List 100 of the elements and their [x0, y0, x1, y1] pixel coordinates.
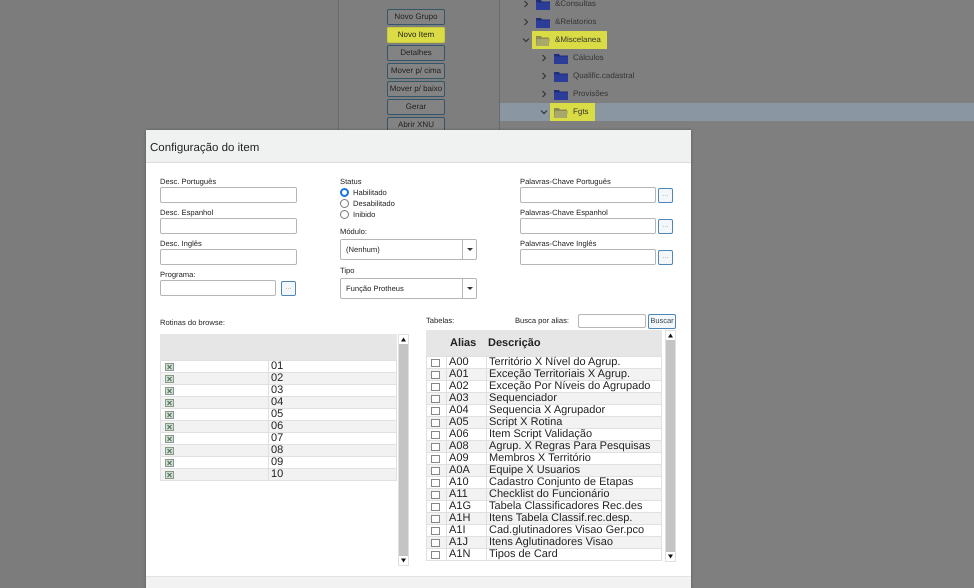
checkbox[interactable] [431, 442, 440, 450]
checkbox[interactable] [431, 478, 440, 486]
toolbar-button[interactable]: Mover p/ baixo [387, 81, 445, 97]
table-cell: Exceção Por Níveis do Agrupado [486, 380, 662, 392]
checked-box-icon[interactable] [165, 446, 174, 454]
tree-item[interactable]: Cálculos [500, 49, 974, 67]
checkbox[interactable] [431, 550, 440, 558]
scroll-up-icon [666, 331, 675, 340]
text-field[interactable] [160, 187, 297, 203]
text-field[interactable] [160, 249, 297, 265]
open-folder-icon [536, 34, 550, 46]
checkbox[interactable] [431, 514, 440, 522]
table-cell: Itens Tabela Classif.rec.desp. [486, 512, 662, 524]
toolbar-button[interactable]: Gerar [387, 99, 445, 115]
column-header: Alias [450, 336, 478, 351]
checked-box-icon[interactable] [165, 434, 174, 442]
expand-chevron-icon[interactable] [540, 72, 548, 80]
folder-icon [554, 52, 568, 64]
scroll-down-icon [666, 552, 675, 561]
scroll-down-icon [399, 556, 408, 565]
tree-item-label: Fgts [573, 106, 589, 118]
table-cell: Item Script Validação [486, 428, 662, 440]
checked-box-icon[interactable] [165, 422, 174, 430]
table-cell: Sequenciador [486, 392, 662, 404]
table-cell: Exceção Territoriais X Agrup. [486, 368, 662, 380]
table-cell: 02 [268, 372, 396, 384]
tree-item[interactable]: &Miscelanea [500, 31, 974, 49]
collapse-chevron-icon[interactable] [540, 108, 548, 116]
folder-icon [536, 16, 550, 28]
dialog-title: Configuração do item [150, 142, 260, 154]
checked-box-icon[interactable] [165, 458, 174, 466]
table-cell: 05 [268, 408, 396, 420]
checkbox[interactable] [431, 394, 440, 402]
checked-box-icon[interactable] [165, 362, 174, 370]
collapse-chevron-icon[interactable] [522, 36, 530, 44]
table-cell: 08 [268, 444, 396, 456]
table-cell: 09 [268, 456, 396, 468]
tree-item-label: Cálculos [573, 52, 604, 64]
radio-button[interactable] [340, 210, 349, 219]
table-cell: Tabela Classificadores Rec.des [486, 500, 662, 512]
tree-item[interactable]: &Relatorios [500, 13, 974, 31]
checked-box-icon[interactable] [165, 470, 174, 478]
expand-chevron-icon[interactable] [522, 0, 530, 8]
table-cell: Membros X Território [486, 452, 662, 464]
search-field[interactable] [578, 314, 646, 328]
text-field[interactable] [520, 187, 656, 203]
checkbox[interactable] [431, 490, 440, 498]
radio-button[interactable] [340, 188, 349, 197]
text-field[interactable] [520, 249, 656, 265]
column-header: Descrição [488, 336, 541, 351]
scrollbar[interactable] [398, 334, 409, 566]
text-field[interactable] [160, 218, 297, 234]
program-field[interactable] [160, 280, 276, 296]
tree-item-label: Provisões [573, 88, 608, 100]
checkbox[interactable] [431, 538, 440, 546]
table-cell: Sequencia X Agrupador [486, 404, 662, 416]
table-cell: Tipos de Card [486, 548, 662, 560]
checkbox[interactable] [431, 370, 440, 378]
checked-box-icon[interactable] [165, 398, 174, 406]
table-cell: Checklist do Funcionário [486, 488, 662, 500]
table-cell: 07 [268, 432, 396, 444]
text-field[interactable] [520, 218, 656, 234]
toolbar-button[interactable]: Mover p/ cima [387, 63, 445, 79]
toolbar-button[interactable]: Detalhes [387, 45, 445, 61]
tree-item[interactable]: Provisões [500, 85, 974, 103]
checked-box-icon[interactable] [165, 374, 174, 382]
checkbox[interactable] [431, 406, 440, 414]
checkbox[interactable] [431, 454, 440, 462]
scrollbar[interactable] [665, 330, 676, 562]
caret-icon [466, 287, 472, 290]
checkbox[interactable] [431, 382, 440, 390]
table-cell: Território X Nível do Agrup. [486, 356, 662, 368]
folder-icon [554, 70, 568, 82]
table-cell: 01 [268, 360, 396, 372]
tree-item-label: &Miscelanea [555, 34, 601, 46]
toolbar-button[interactable]: Novo Item [387, 27, 445, 43]
checkbox[interactable] [431, 418, 440, 426]
checked-box-icon[interactable] [165, 386, 174, 394]
expand-chevron-icon[interactable] [540, 90, 548, 98]
table-cell: Agrup. X Regras Para Pesquisas [486, 440, 662, 452]
table-cell: A00 [446, 356, 486, 368]
table-cell: Script X Rotina [486, 416, 662, 428]
checkbox[interactable] [431, 526, 440, 534]
table-cell: Cad.glutinadores Visao Ger.pco [486, 524, 662, 536]
tree-item[interactable]: Fgts [500, 103, 974, 121]
checked-box-icon[interactable] [165, 410, 174, 418]
expand-chevron-icon[interactable] [522, 18, 530, 26]
table-cell: Equipe X Usuarios [486, 464, 662, 476]
checkbox[interactable] [431, 358, 440, 366]
table-cell: 03 [268, 384, 396, 396]
radio-button[interactable] [340, 199, 349, 208]
tree-item[interactable]: &Consultas [500, 0, 974, 13]
toolbar-button[interactable]: Novo Grupo [387, 9, 445, 25]
table-cell: 06 [268, 420, 396, 432]
tree-item[interactable]: Qualific.cadastral [500, 67, 974, 85]
checkbox[interactable] [431, 466, 440, 474]
expand-chevron-icon[interactable] [540, 54, 548, 62]
checkbox[interactable] [431, 502, 440, 510]
checkbox[interactable] [431, 430, 440, 438]
scroll-up-icon [399, 335, 408, 344]
